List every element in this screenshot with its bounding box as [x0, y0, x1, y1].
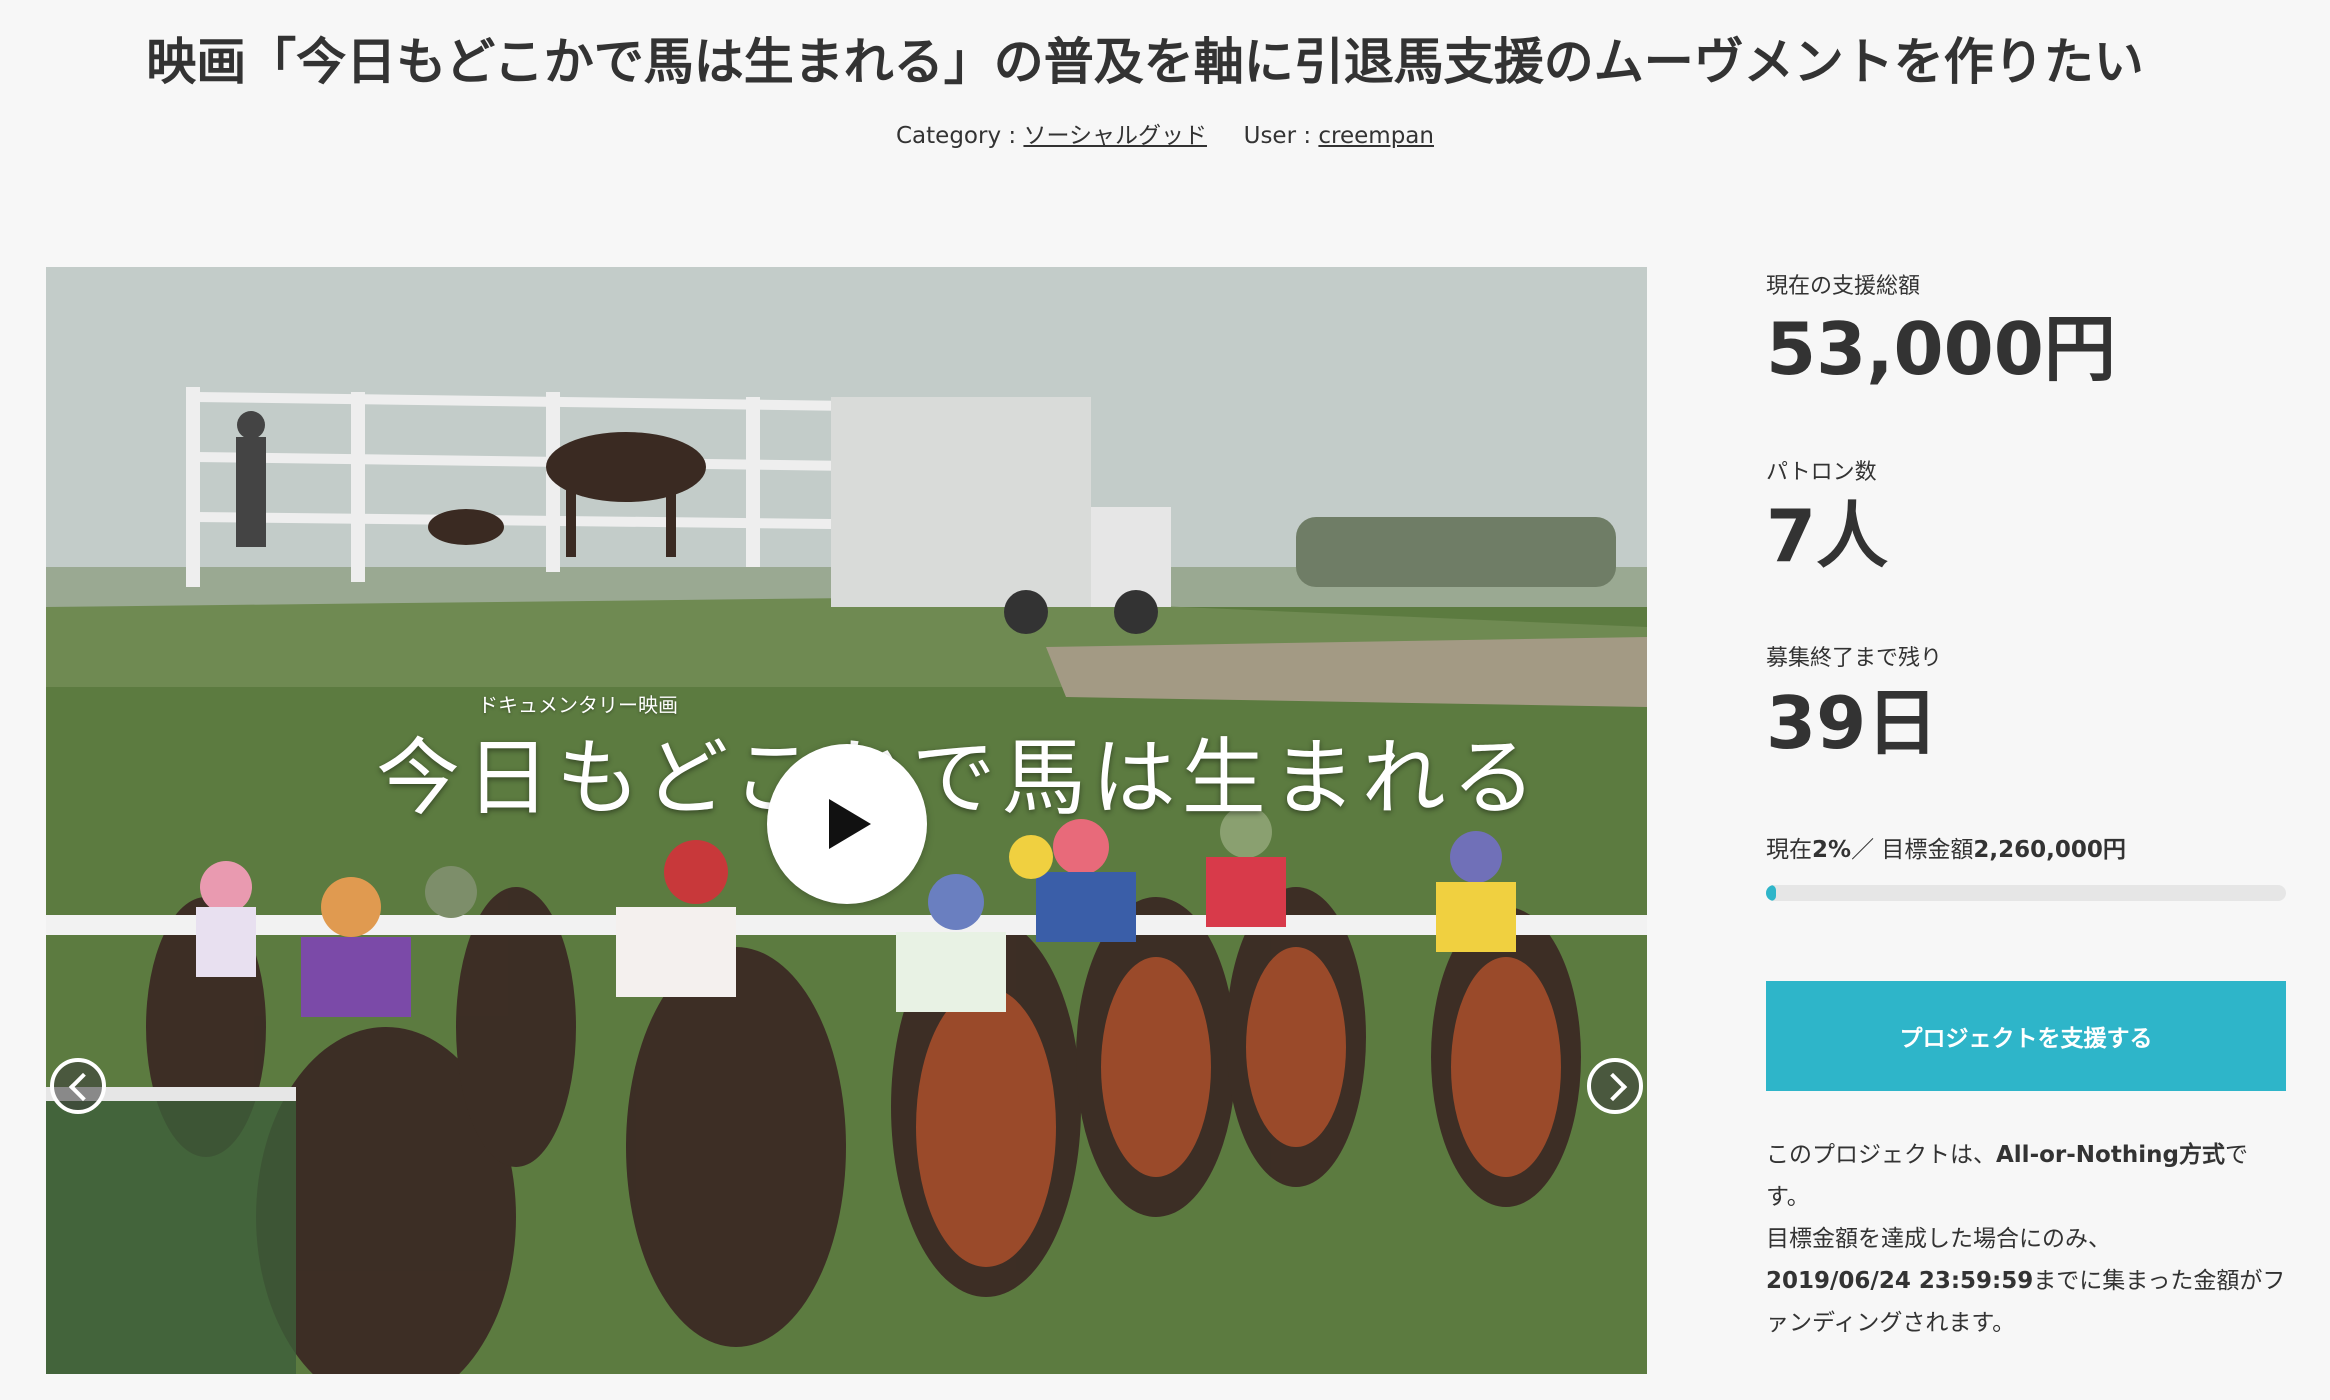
film-title: 今日もどこかで馬は生まれる: [376, 729, 1542, 827]
funding-note: このプロジェクトは、All-or-Nothing方式です。 目標金額を達成した場…: [1766, 1134, 2286, 1344]
note-part1: このプロジェクトは、: [1766, 1142, 1996, 1168]
user-label: User :: [1243, 123, 1312, 149]
project-meta: Category : ソーシャルグッド User : creempan: [0, 116, 2330, 150]
remaining-label: 募集終了まで残り: [1766, 646, 1943, 671]
support-project-button[interactable]: プロジェクトを支援する: [1766, 981, 2286, 1091]
progress-summary: 現在2%／ 目標金額2,260,000円: [1766, 830, 2126, 864]
goal-amount: 2,260,000円: [1973, 837, 2126, 863]
category-link[interactable]: ソーシャルグッド: [1023, 123, 1207, 149]
video-carousel[interactable]: ドキュメンタリー映画 今日もどこかで馬は生まれる: [46, 267, 1647, 1374]
patrons-label: パトロン数: [1766, 460, 1877, 485]
remaining-days: 39日: [1766, 681, 1939, 765]
progress-prefix: 現在: [1766, 837, 1812, 863]
raised-amount: 53,000円: [1766, 307, 2116, 391]
category-label: Category :: [896, 123, 1017, 149]
note-method: All-or-Nothing方式: [1996, 1142, 2225, 1168]
progress-bar-fill: [1766, 885, 1777, 901]
raised-label: 現在の支援総額: [1766, 274, 1921, 299]
patrons-count: 7人: [1766, 494, 1889, 578]
page-title: 映画「今日もどこかで馬は生まれる」の普及を軸に引退馬支援のムーヴメントを作りたい: [146, 33, 2144, 91]
note-line2: 目標金額を達成した場合にのみ、: [1766, 1226, 2111, 1252]
carousel-prev-button[interactable]: [50, 1058, 106, 1114]
goal-label: ／ 目標金額: [1851, 837, 1974, 863]
play-button[interactable]: [767, 744, 927, 904]
carousel-next-button[interactable]: [1587, 1058, 1643, 1114]
note-deadline: 2019/06/24 23:59:59: [1766, 1268, 2034, 1294]
progress-bar: [1766, 885, 2286, 901]
user-link[interactable]: creempan: [1318, 123, 1434, 149]
progress-percent: 2%: [1812, 837, 1852, 863]
